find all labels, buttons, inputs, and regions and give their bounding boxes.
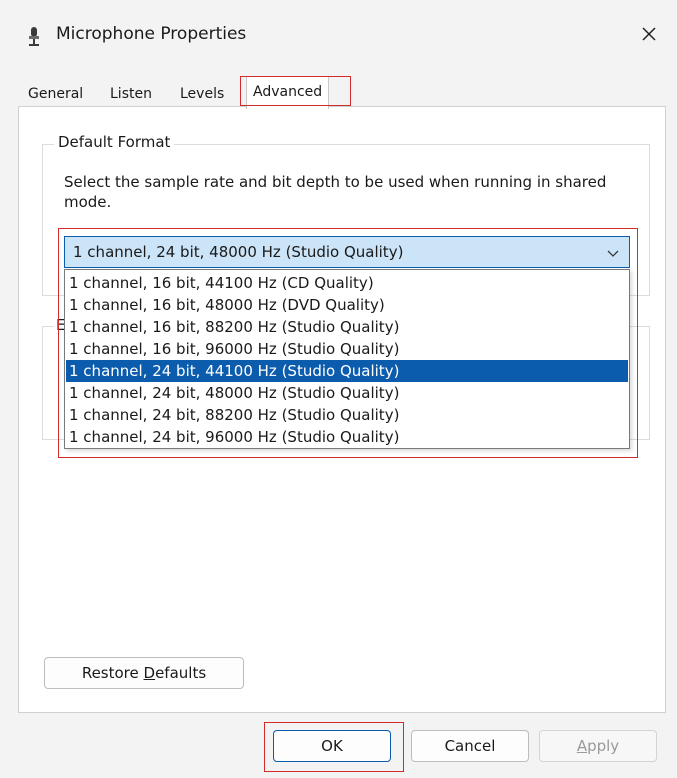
dropdown-option[interactable]: 1 channel, 24 bit, 48000 Hz (Studio Qual… — [66, 382, 628, 404]
apply-button[interactable]: Apply — [539, 730, 657, 762]
tab-levels[interactable]: Levels — [174, 80, 230, 108]
restore-defaults-accel: D — [143, 664, 156, 682]
format-select-value: 1 channel, 24 bit, 48000 Hz (Studio Qual… — [73, 243, 404, 261]
tab-advanced[interactable]: Advanced — [246, 76, 330, 109]
cancel-button[interactable]: Cancel — [411, 730, 529, 762]
dropdown-option[interactable]: 1 channel, 16 bit, 88200 Hz (Studio Qual… — [66, 316, 628, 338]
tab-general[interactable]: General — [22, 80, 89, 108]
window-title: Microphone Properties — [56, 24, 247, 44]
dropdown-option[interactable]: 1 channel, 24 bit, 88200 Hz (Studio Qual… — [66, 404, 628, 426]
ok-button[interactable]: OK — [273, 730, 391, 762]
dropdown-option[interactable]: 1 channel, 16 bit, 48000 Hz (DVD Quality… — [66, 294, 628, 316]
format-select[interactable]: 1 channel, 24 bit, 48000 Hz (Studio Qual… — [64, 236, 630, 268]
default-format-description: Select the sample rate and bit depth to … — [64, 173, 607, 211]
tab-listen[interactable]: Listen — [104, 80, 158, 108]
title-bar: Microphone Properties — [0, 0, 677, 72]
default-format-label: Default Format — [54, 133, 175, 151]
chevron-down-icon — [607, 247, 619, 257]
close-button[interactable] — [621, 12, 677, 56]
dropdown-option[interactable]: 1 channel, 24 bit, 96000 Hz (Studio Qual… — [66, 426, 628, 448]
dropdown-option[interactable]: 1 channel, 16 bit, 44100 Hz (CD Quality) — [66, 272, 628, 294]
restore-defaults-button[interactable]: Restore Defaults — [44, 657, 244, 689]
close-icon — [642, 27, 656, 41]
restore-defaults-text: Restore — [81, 664, 144, 682]
restore-defaults-text-end: efaults — [155, 664, 207, 682]
apply-text: pply — [587, 737, 620, 755]
dropdown-option-highlighted[interactable]: 1 channel, 24 bit, 44100 Hz (Studio Qual… — [66, 360, 628, 382]
apply-accel: A — [576, 737, 588, 755]
format-dropdown-list: 1 channel, 16 bit, 44100 Hz (CD Quality)… — [64, 269, 630, 449]
dialog-window: Microphone Properties General Listen Lev… — [0, 0, 677, 778]
microphone-icon — [26, 26, 42, 48]
dropdown-option[interactable]: 1 channel, 16 bit, 96000 Hz (Studio Qual… — [66, 338, 628, 360]
